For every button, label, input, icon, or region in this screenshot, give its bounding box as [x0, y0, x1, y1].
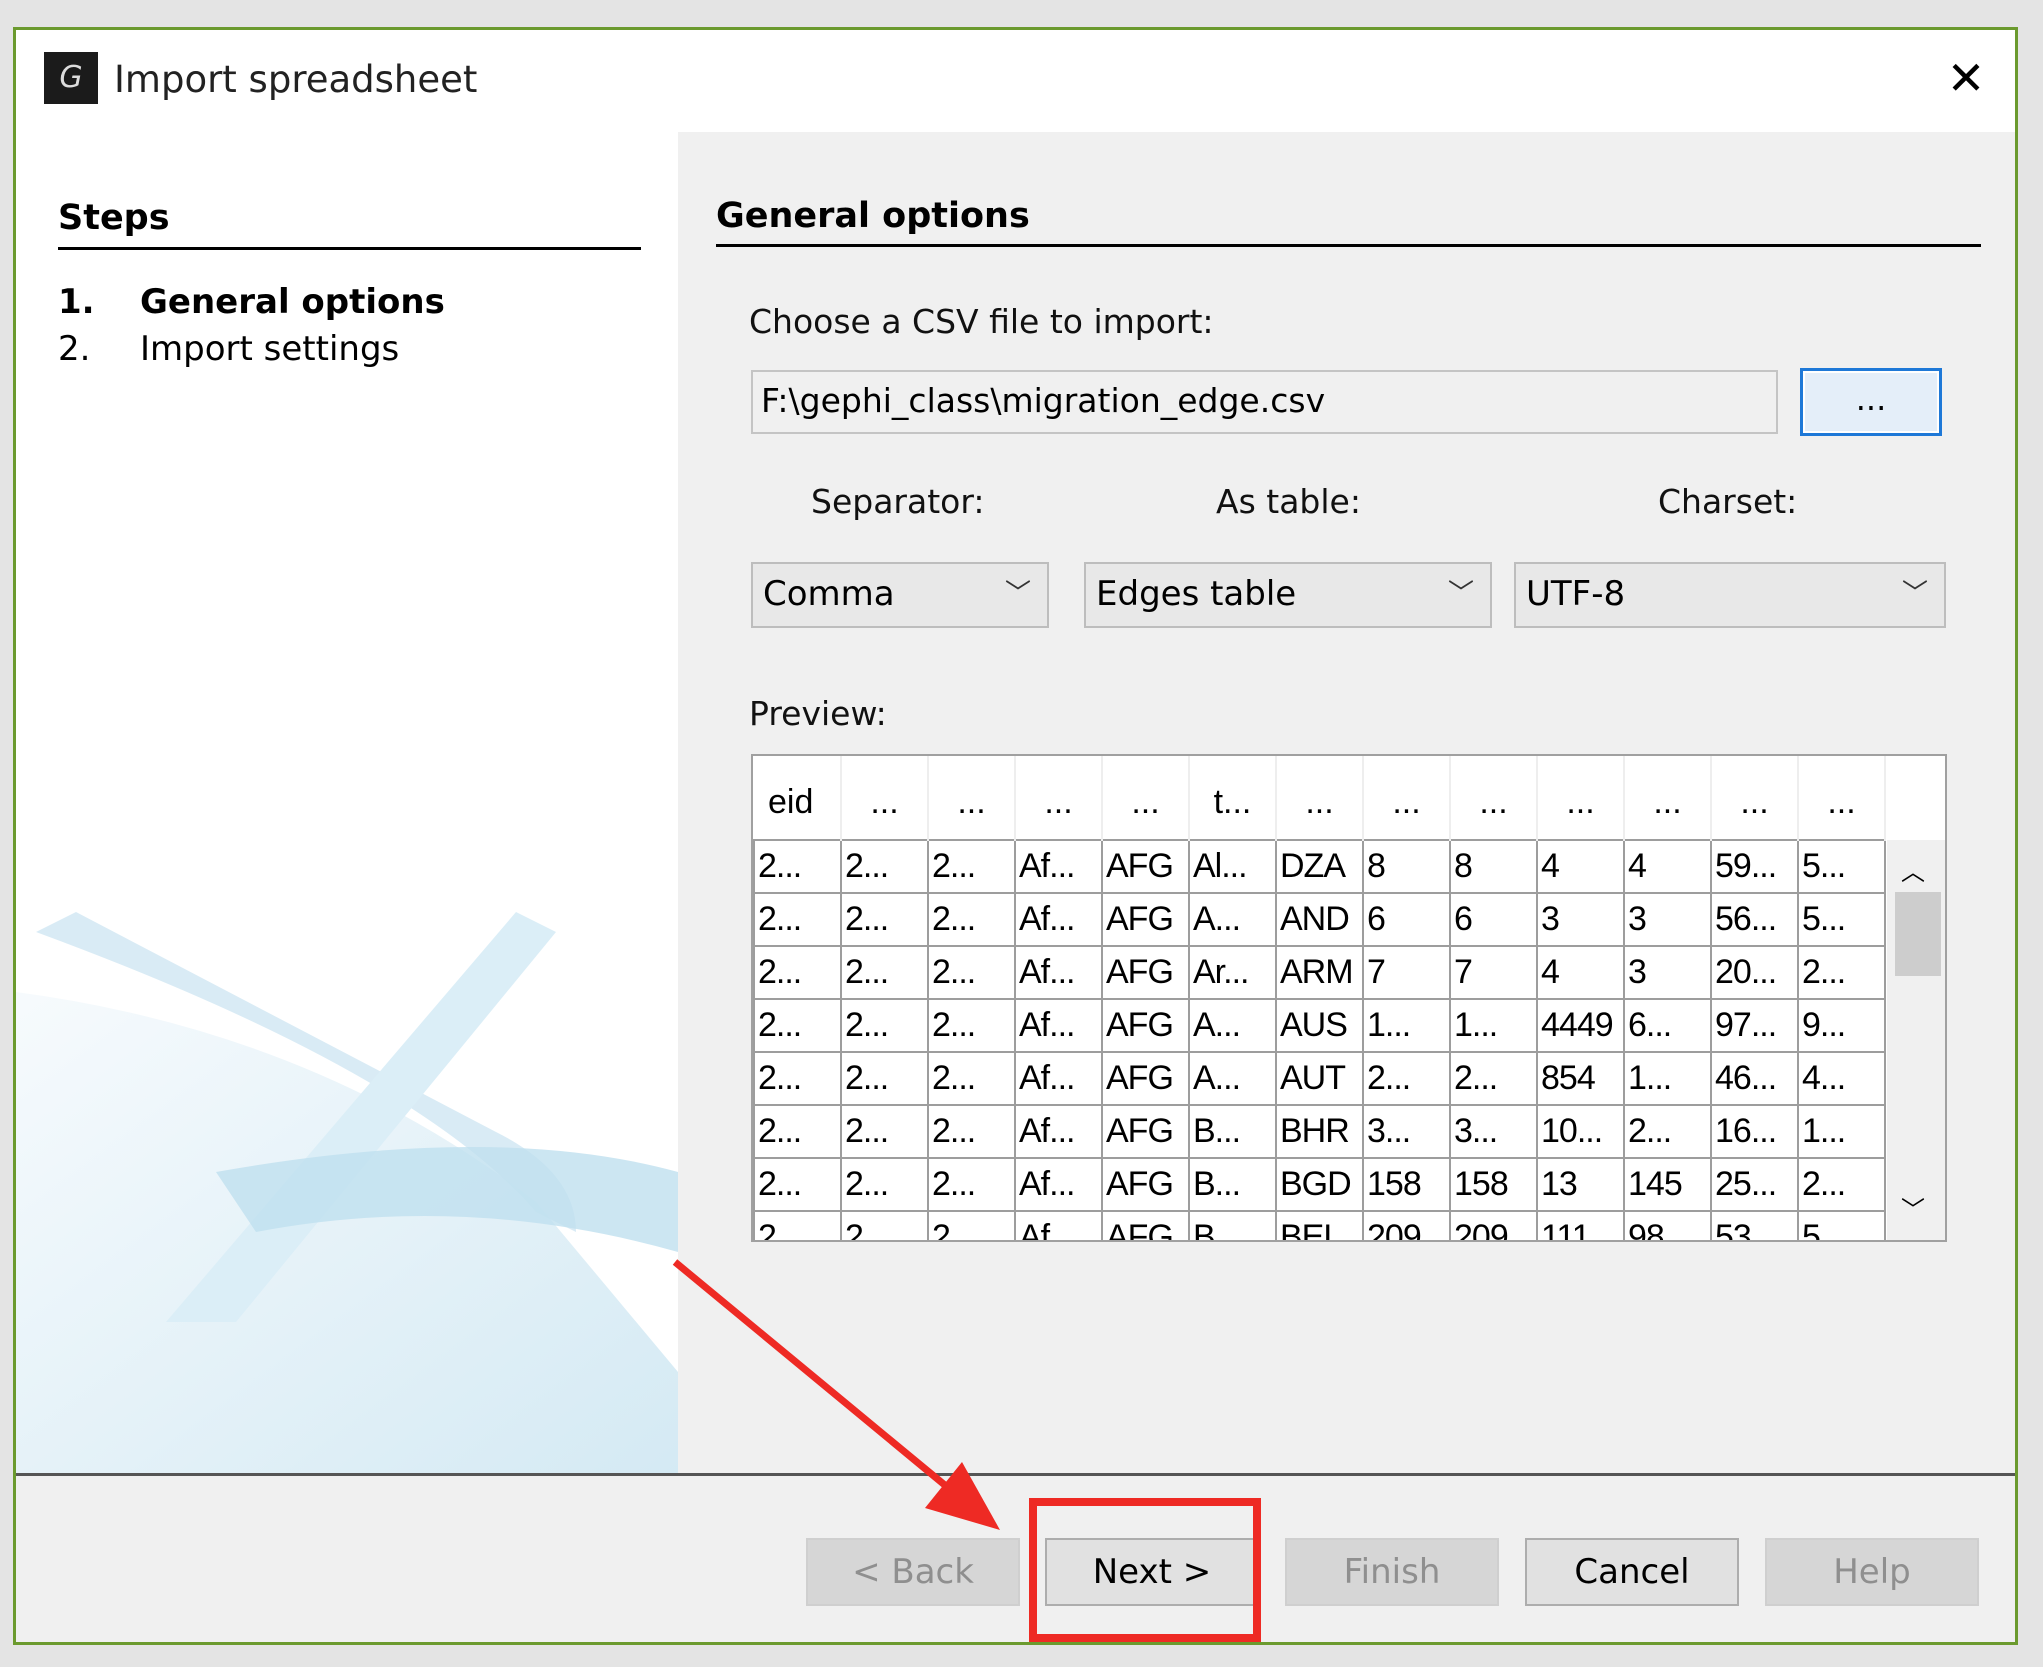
annotation-arrow	[672, 1259, 1000, 1530]
